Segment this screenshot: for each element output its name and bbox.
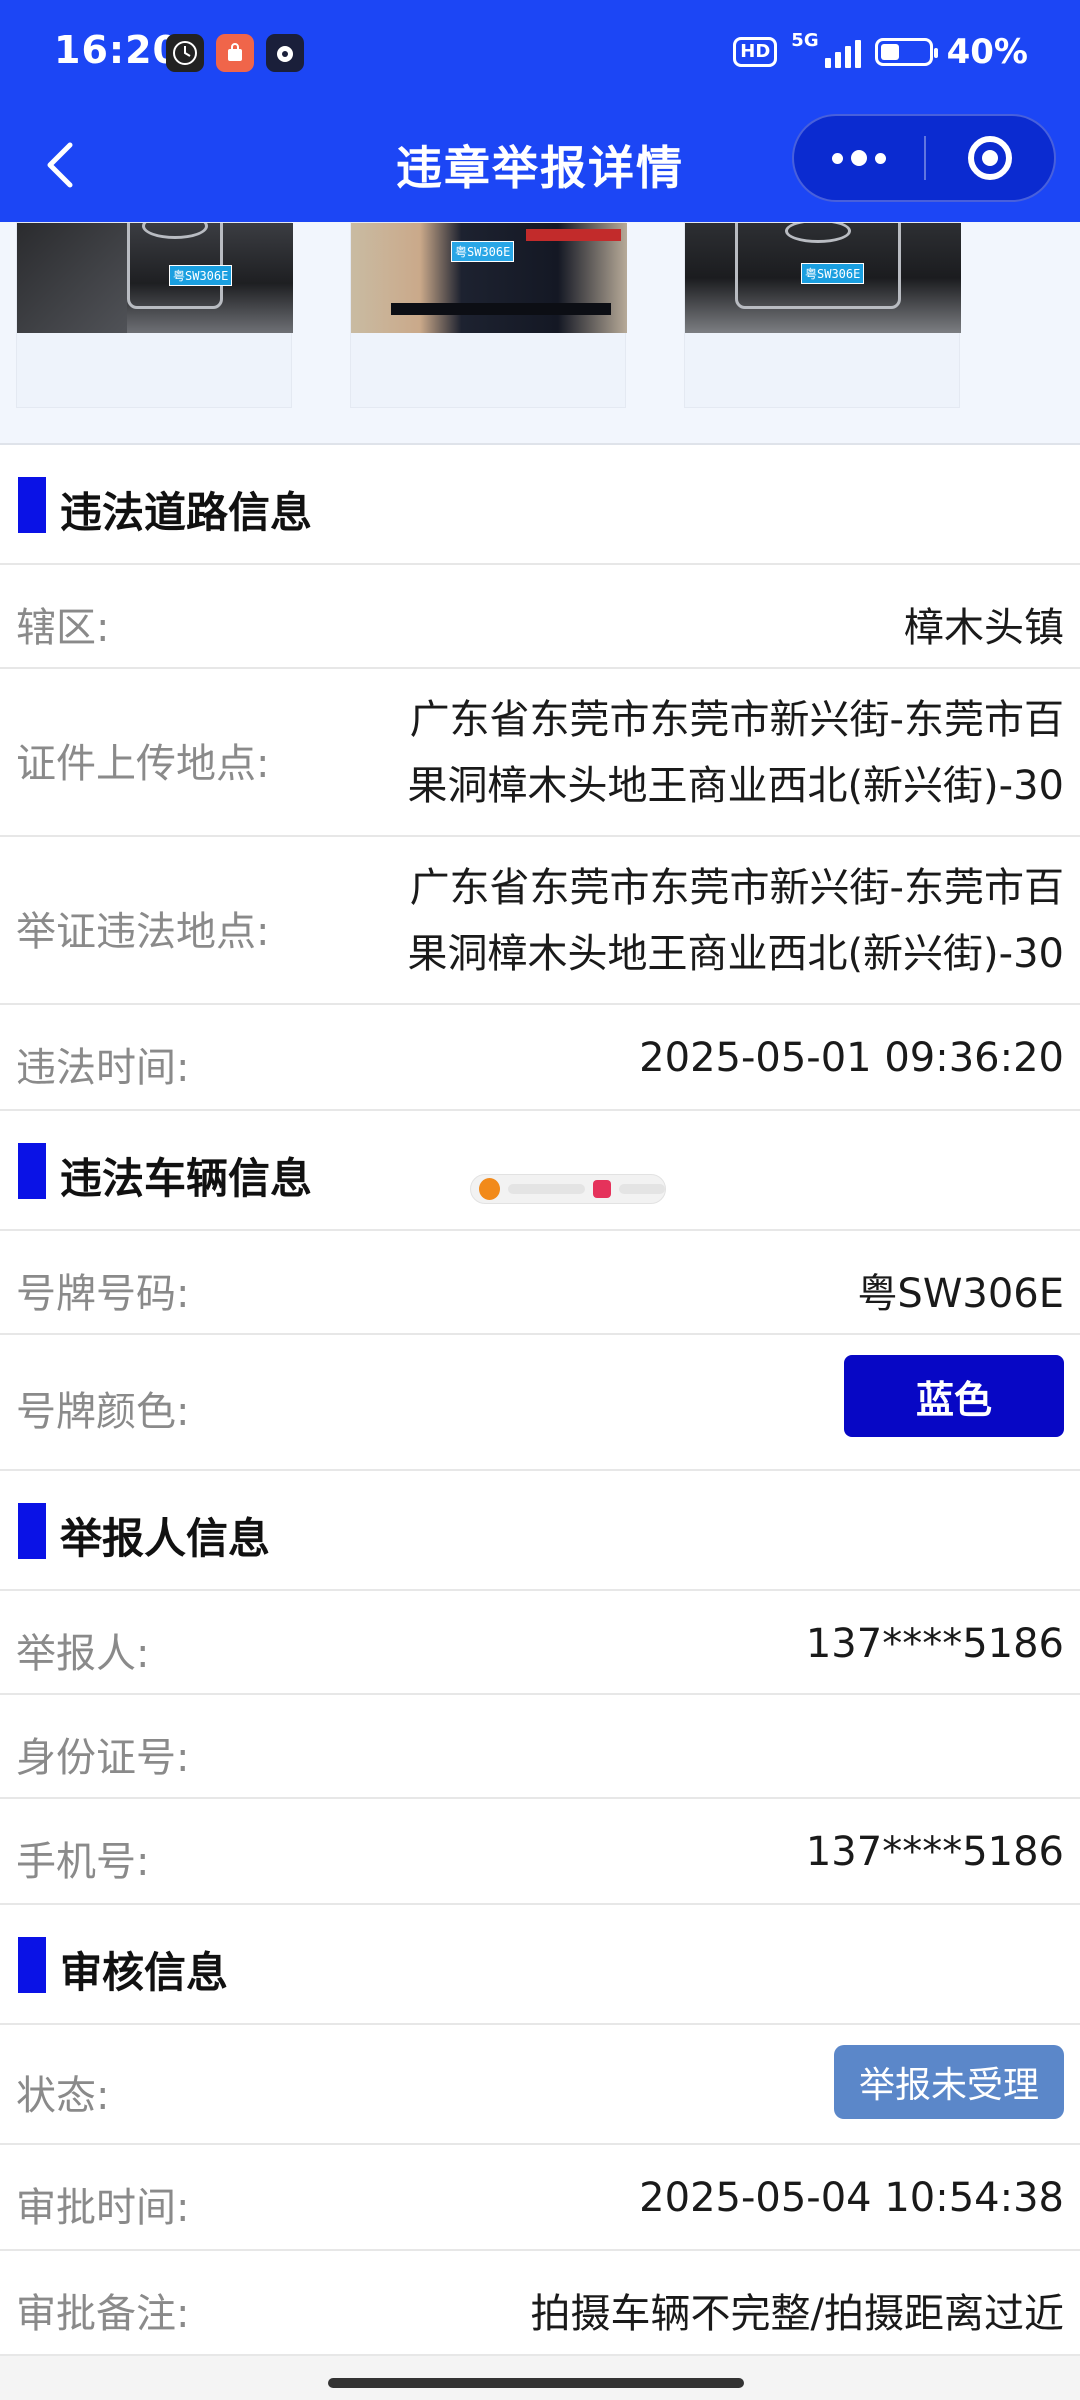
reporter-label: 举报人: [16, 1631, 150, 1677]
review-note-value: 拍摄车辆不完整/拍摄距离过近 [530, 2291, 1064, 2337]
evidence-photo-strip: 粤SW306E 粤SW306E 粤SW306E [0, 222, 1080, 444]
plate-color-tag: 蓝色 [844, 1355, 1064, 1437]
notification-app-icon-bag [216, 34, 254, 72]
section-vehicle-info: 违法车辆信息 [0, 1111, 1080, 1231]
evidence-location-value: 广东省东莞市东莞市新兴街-东莞市百 果洞樟木头地王商业西北(新兴街)-30 [344, 855, 1064, 987]
row-plate-number: 号牌号码: 粤SW306E [0, 1231, 1080, 1335]
id-number-label: 身份证号: [16, 1735, 190, 1781]
plate-number-label: 号牌号码: [16, 1271, 190, 1317]
evidence-photo-2[interactable]: 粤SW306E [350, 222, 627, 408]
status-label: 状态: [16, 2073, 110, 2119]
header: 16:20 HD 5G 40% 违章举报详情 [0, 0, 1080, 222]
nav-bar: 违章举报详情 [0, 108, 1080, 222]
row-violation-time: 违法时间: 2025-05-01 09:36:20 [0, 1005, 1080, 1111]
home-indicator[interactable] [328, 2378, 744, 2388]
notification-app-icon-clock [166, 34, 204, 72]
evidence-location-label: 举证违法地点: [16, 909, 270, 955]
review-time-value: 2025-05-04 10:54:38 [639, 2175, 1064, 2221]
status-right-group: HD 5G 40% [733, 32, 1028, 72]
section-marker [18, 477, 46, 533]
section-road-info: 违法道路信息 [0, 445, 1080, 565]
review-time-label: 审批时间: [16, 2185, 190, 2231]
row-id-number: 身份证号: [0, 1695, 1080, 1799]
section-title: 违法道路信息 [60, 488, 313, 537]
review-note-label: 审批备注: [16, 2291, 190, 2337]
hd-badge: HD [733, 37, 778, 67]
evidence-location-line2: 果洞樟木头地王商业西北(新兴街)-30 [407, 931, 1064, 977]
mini-program-capsule [792, 114, 1056, 202]
reporter-value: 137****5186 [805, 1621, 1064, 1667]
status-badge: 举报未受理 [834, 2045, 1064, 2119]
target-circle-icon [968, 136, 1012, 180]
section-title: 审核信息 [60, 1948, 229, 1997]
system-nav-bar [0, 2356, 1080, 2400]
phone-label: 手机号: [16, 1839, 150, 1885]
row-review-time: 审批时间: 2025-05-04 10:54:38 [0, 2145, 1080, 2251]
evidence-location-line1: 广东省东莞市东莞市新兴街-东莞市百 [409, 865, 1064, 911]
notification-app-icon-game [266, 34, 304, 72]
row-reporter: 举报人: 137****5186 [0, 1591, 1080, 1695]
watermark-logo [470, 1174, 666, 1204]
upload-location-line1: 广东省东莞市东莞市新兴街-东莞市百 [409, 697, 1064, 743]
section-marker [18, 1937, 46, 1993]
more-dots-icon [832, 152, 843, 164]
section-review-info: 审核信息 [0, 1905, 1080, 2025]
district-value: 樟木头镇 [904, 605, 1064, 651]
photo-plate-text: 粤SW306E [169, 265, 233, 286]
signal-icon [824, 36, 861, 68]
section-reporter-info: 举报人信息 [0, 1471, 1080, 1591]
row-status: 状态: 举报未受理 [0, 2025, 1080, 2145]
battery-percent: 40% [946, 32, 1028, 72]
row-review-note: 审批备注: 拍摄车辆不完整/拍摄距离过近 [0, 2251, 1080, 2356]
upload-location-line2: 果洞樟木头地王商业西北(新兴街)-30 [407, 763, 1064, 809]
section-title: 举报人信息 [60, 1514, 271, 1563]
close-mini-program-button[interactable] [926, 116, 1054, 200]
photo-plate-text: 粤SW306E [451, 241, 515, 262]
upload-location-label: 证件上传地点: [16, 741, 270, 787]
phone-value: 137****5186 [805, 1829, 1064, 1875]
plate-color-label: 号牌颜色: [16, 1389, 190, 1435]
row-district: 辖区: 樟木头镇 [0, 565, 1080, 669]
district-label: 辖区: [16, 605, 110, 651]
battery-icon [874, 38, 938, 66]
section-marker [18, 1503, 46, 1559]
upload-location-value: 广东省东莞市东莞市新兴街-东莞市百 果洞樟木头地王商业西北(新兴街)-30 [344, 687, 1064, 819]
row-upload-location: 证件上传地点: 广东省东莞市东莞市新兴街-东莞市百 果洞樟木头地王商业西北(新兴… [0, 669, 1080, 837]
status-bar: 16:20 HD 5G 40% [0, 0, 1080, 108]
violation-time-label: 违法时间: [16, 1045, 190, 1091]
photo-plate-text: 粤SW306E [801, 263, 865, 284]
row-plate-color: 号牌颜色: 蓝色 [0, 1335, 1080, 1471]
evidence-photo-1[interactable]: 粤SW306E [16, 222, 293, 408]
violation-time-value: 2025-05-01 09:36:20 [639, 1035, 1064, 1081]
plate-number-value: 粤SW306E [857, 1271, 1064, 1317]
section-marker [18, 1143, 46, 1199]
row-phone: 手机号: 137****5186 [0, 1799, 1080, 1905]
more-button[interactable] [794, 116, 924, 200]
evidence-photo-3[interactable]: 粤SW306E [684, 222, 961, 408]
row-evidence-location: 举证违法地点: 广东省东莞市东莞市新兴街-东莞市百 果洞樟木头地王商业西北(新兴… [0, 837, 1080, 1005]
network-type: 5G [791, 30, 819, 51]
status-time: 16:20 [54, 28, 180, 72]
section-title: 违法车辆信息 [60, 1154, 313, 1203]
